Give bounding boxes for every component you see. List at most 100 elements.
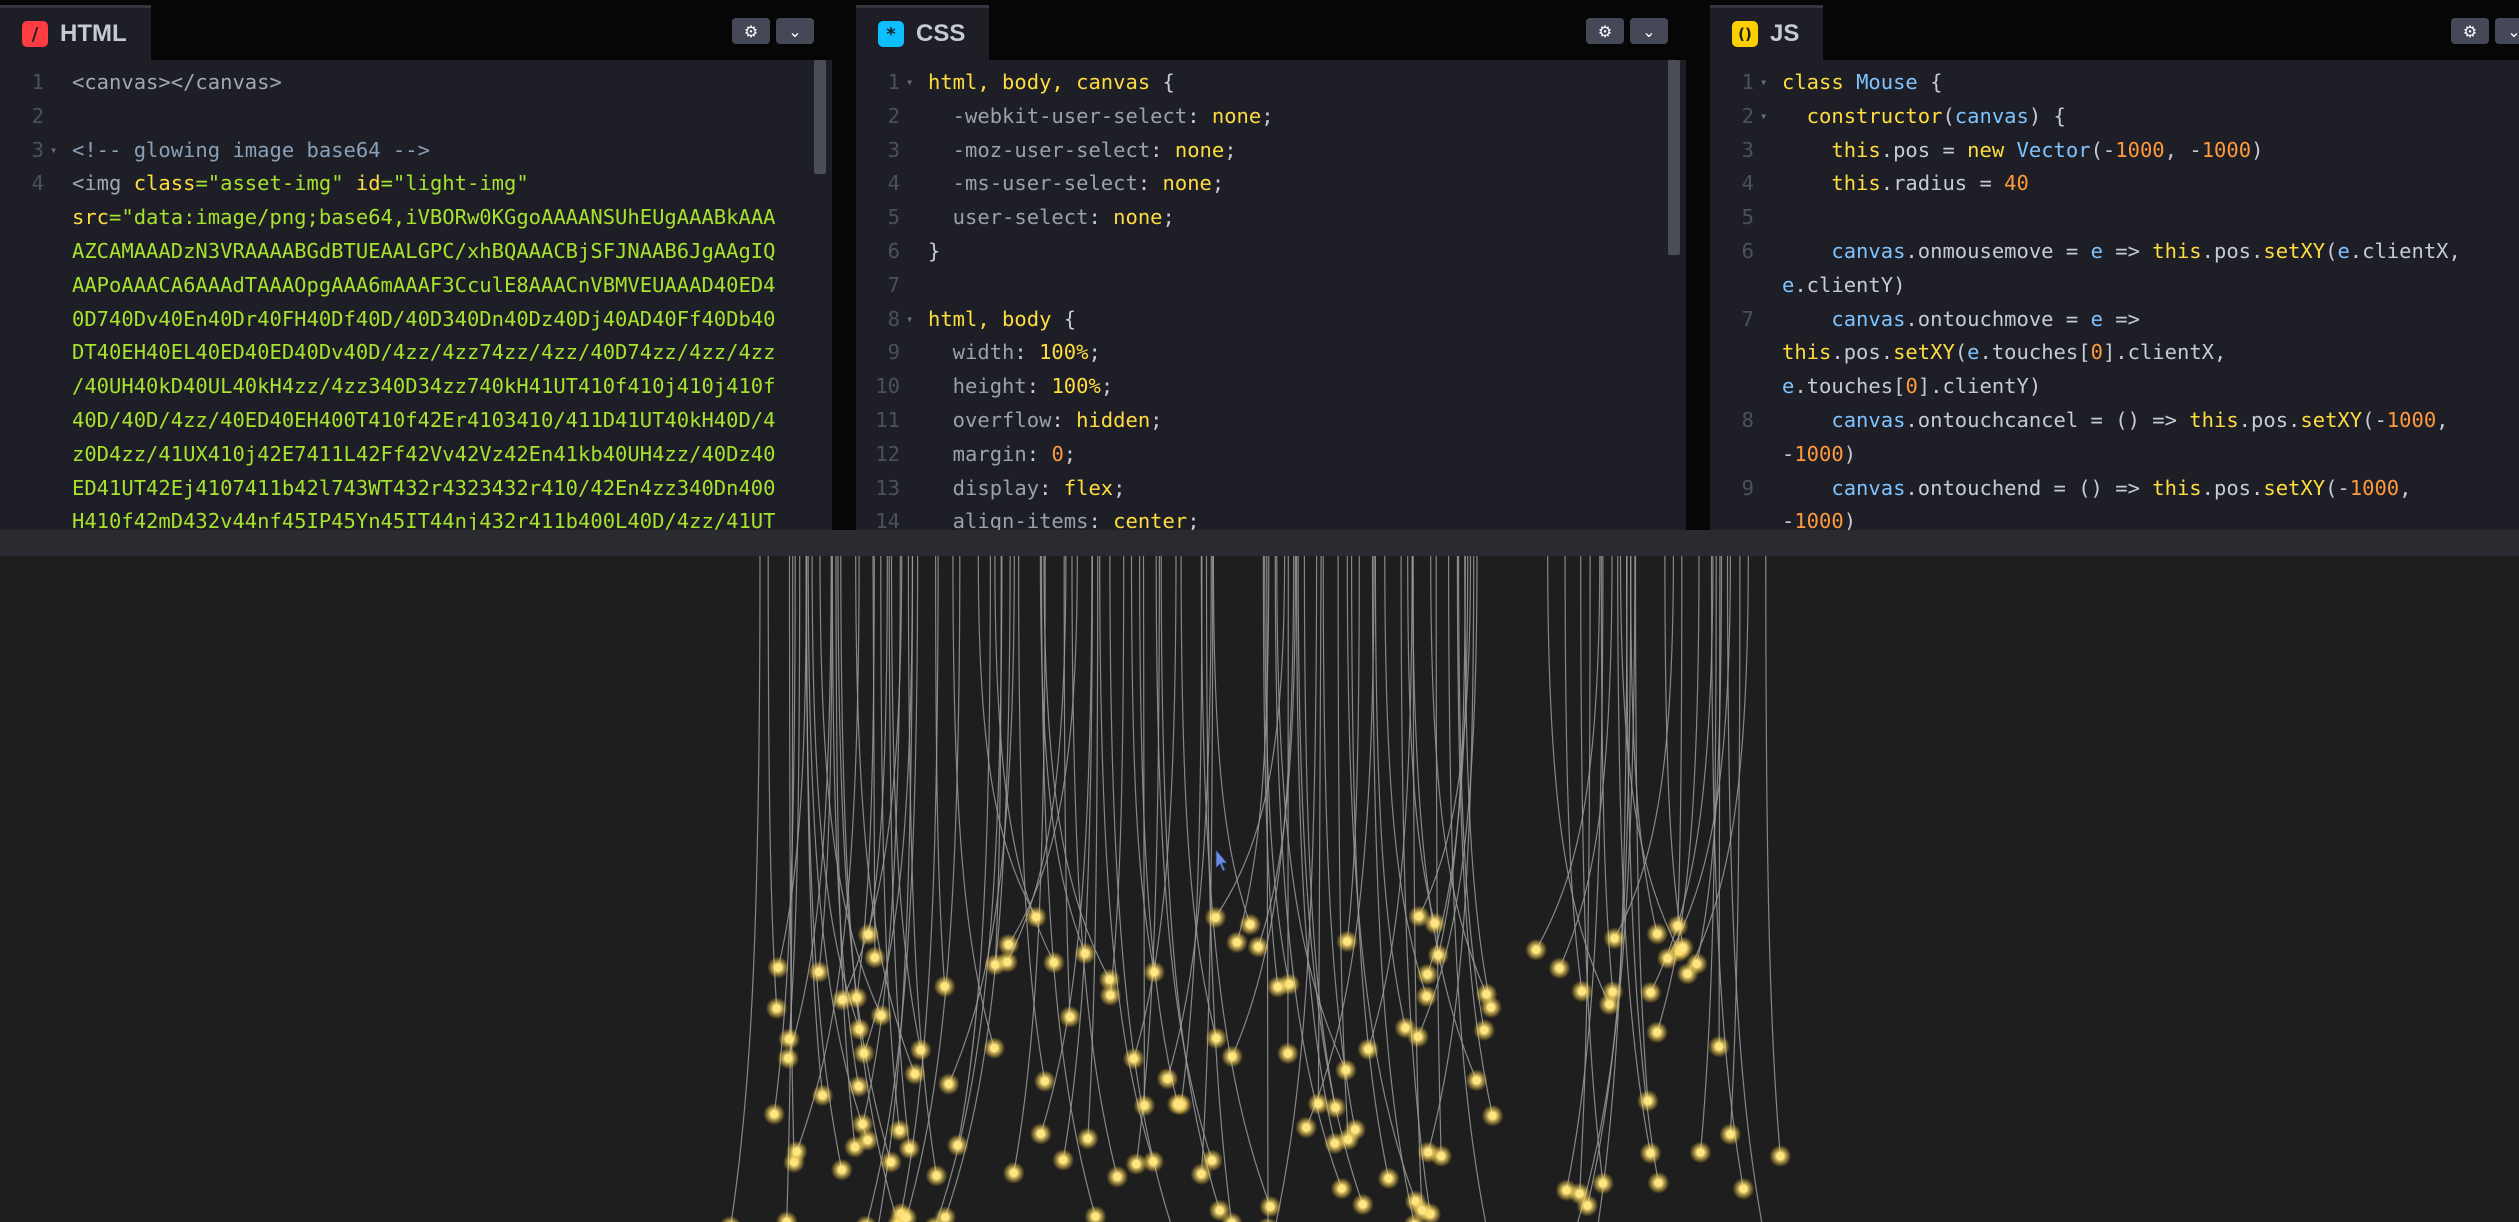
code-line[interactable]: 5 <box>1710 201 2519 235</box>
code-line[interactable]: ED41UT42Ej4107411b42l743WT432r4323432r41… <box>0 472 832 506</box>
css-scrollbar[interactable] <box>1668 60 1680 255</box>
code-line[interactable]: 6 canvas.onmousemove = e => this.pos.set… <box>1710 235 2519 269</box>
code-line[interactable]: e.touches[0].clientY) <box>1710 370 2519 404</box>
fold-arrow-icon[interactable]: ▾ <box>50 134 57 168</box>
bulb <box>1696 1148 1705 1157</box>
line-number: 1 <box>1741 70 1754 94</box>
line-number: 8 <box>887 306 900 331</box>
bulb <box>1472 1076 1481 1085</box>
code-line[interactable]: 3 this.pos = new Vector(-1000, -1000) <box>1710 134 2519 168</box>
bulb <box>1283 1049 1292 1058</box>
code-line[interactable]: src="data:image/png;base64,iVBORw0KGgoAA… <box>0 201 832 235</box>
fold-arrow-icon[interactable]: ▾ <box>906 66 913 100</box>
code-text: e.touches[0].clientY) <box>1782 374 2042 399</box>
code-line[interactable]: 3 ▾ <!-- glowing image base64 --> <box>0 134 832 168</box>
code-line[interactable]: 4 -ms-user-select: none; <box>856 167 1686 201</box>
fold-arrow-icon[interactable]: ▾ <box>906 303 913 337</box>
code-line[interactable]: 9 canvas.ontouchend = () => this.pos.set… <box>1710 472 2519 506</box>
html-panel-controls: ⚙ ⌄ <box>732 18 814 44</box>
code-line[interactable]: 8 ▾ html, body { <box>856 303 1686 337</box>
chevron-down-icon[interactable]: ⌄ <box>776 18 814 44</box>
code-line[interactable]: e.clientY) <box>1710 269 2519 303</box>
html-code-editor[interactable]: 1 <canvas></canvas> 2 3 ▾ <!-- glowing image … <box>0 60 832 530</box>
strand <box>730 556 761 1222</box>
code-line[interactable]: 4 this.radius = 40 <box>1710 167 2519 201</box>
fold-arrow-icon[interactable]: ▾ <box>1760 66 1767 100</box>
glowing-strands-canvas[interactable] <box>0 556 2519 1222</box>
bulb <box>1364 1045 1373 1054</box>
code-line[interactable]: 2 ▾ constructor(canvas) { <box>1710 100 2519 134</box>
code-line[interactable]: 13 display: flex; <box>856 472 1686 506</box>
code-line[interactable]: H410f42mD432v44nf45IP45Yn45IT44nj432r411… <box>0 505 832 530</box>
code-line[interactable]: /40UH40kD40UL40kH4zz/4zz340D34zz740kH41U… <box>0 370 832 404</box>
code-line[interactable]: 1 <canvas></canvas> <box>0 66 832 100</box>
chevron-down-icon[interactable]: ⌄ <box>2495 18 2519 44</box>
code-line[interactable]: 10 height: 100%; <box>856 370 1686 404</box>
code-line[interactable]: 11 overflow: hidden; <box>856 404 1686 438</box>
strand <box>1166 556 1212 1079</box>
fold-arrow-icon[interactable]: ▾ <box>1760 100 1767 134</box>
bulb <box>1091 1212 1100 1221</box>
bulb-glow <box>1259 1217 1277 1222</box>
code-line[interactable]: 40D/40D/4zz/40ED40EH400T410f42Er4103410/… <box>0 404 832 438</box>
code-line[interactable]: -1000) <box>1710 505 2519 530</box>
code-line[interactable]: -1000) <box>1710 438 2519 472</box>
code-line[interactable]: 6} <box>856 235 1686 269</box>
preview-resize-bar[interactable] <box>0 530 2519 556</box>
line-number: 11 <box>875 407 900 432</box>
bulb <box>1059 1156 1068 1164</box>
html-css-resizer[interactable] <box>832 0 856 530</box>
tab-css[interactable]: * CSS <box>856 5 990 60</box>
code-line[interactable]: 2 <box>0 100 832 134</box>
code-line[interactable]: 7 canvas.ontouchmove = e => <box>1710 303 2519 337</box>
bulb <box>1343 937 1352 946</box>
code-line[interactable]: 4 <img class="asset-img" id="light-img" <box>0 167 832 201</box>
gear-icon[interactable]: ⚙ <box>1586 18 1624 44</box>
code-text: height: 100%; <box>928 374 1114 399</box>
tab-html[interactable]: / HTML <box>0 5 151 60</box>
strand <box>1729 556 1741 1135</box>
code-line[interactable]: 8 canvas.ontouchcancel = () => this.pos.… <box>1710 404 2519 438</box>
code-line[interactable]: 2 -webkit-user-select: none; <box>856 100 1686 134</box>
js-code-editor[interactable]: 1 ▾ class Mouse {2 ▾ constructor(canvas) {3… <box>1710 60 2519 530</box>
code-line[interactable]: 0D740Dv40En40Dr40FH40Df40D/40D340Dn40Dz4… <box>0 303 832 337</box>
css-code-editor[interactable]: 1 ▾ html, body, canvas {2 -webkit-user-sel… <box>856 60 1686 530</box>
bulb <box>910 1069 919 1078</box>
html-scrollbar[interactable] <box>814 60 826 174</box>
strand <box>1384 556 1428 997</box>
strand <box>1040 556 1093 1134</box>
line-number: 4 <box>31 171 44 196</box>
code-text: -ms-user-select: none; <box>928 171 1225 196</box>
bulb <box>990 1044 999 1053</box>
code-text: <img class="asset-img" id="light-img" <box>72 171 529 196</box>
code-line[interactable]: DT40EH40EL40ED40ED40Dv40D/4zz/4zz74zz/4z… <box>0 336 832 370</box>
code-line[interactable]: AZCAMAAADzN3VRAAAABGdBTUEAALGPC/xhBQAAAC… <box>0 235 832 269</box>
bulb <box>1480 1026 1489 1035</box>
gear-icon[interactable]: ⚙ <box>2451 18 2489 44</box>
tab-js[interactable]: () JS <box>1710 5 1824 60</box>
code-line[interactable]: 7 <box>856 269 1686 303</box>
css-js-resizer[interactable] <box>1686 0 1710 530</box>
chevron-down-icon[interactable]: ⌄ <box>1630 18 1668 44</box>
code-text: canvas.ontouchmove = e => <box>1782 306 2140 331</box>
gear-icon[interactable]: ⚙ <box>732 18 770 44</box>
bulb <box>772 1004 781 1013</box>
code-line[interactable]: 9 width: 100%; <box>856 336 1686 370</box>
bulb <box>1066 1012 1074 1021</box>
code-line[interactable]: z0D4zz/41UX410j42E7411L42Ff42Vv42Vz42En4… <box>0 438 832 472</box>
code-text: AZCAMAAADzN3VRAAAABGdBTUEAALGPC/xhBQAAAC… <box>72 238 776 263</box>
code-line[interactable]: 12 margin: 0; <box>856 438 1686 472</box>
result-preview[interactable] <box>0 556 2519 1222</box>
code-line[interactable]: 3 -moz-user-select: none; <box>856 134 1686 168</box>
strand <box>767 556 778 1009</box>
code-line[interactable]: 5 user-select: none; <box>856 201 1686 235</box>
strand <box>1664 556 1684 948</box>
code-line[interactable]: AAPoAAACA6AAAdTAAAOpgAAA6mAAAF3CculE8AAA… <box>0 269 832 303</box>
code-line[interactable]: 14 align-items: center; <box>856 505 1686 530</box>
glowing-bulbs <box>720 905 1792 1222</box>
code-line[interactable]: 1 ▾ html, body, canvas { <box>856 66 1686 100</box>
code-line[interactable]: 1 ▾ class Mouse { <box>1710 66 2519 100</box>
code-line[interactable]: this.pos.setXY(e.touches[0].clientX, <box>1710 336 2519 370</box>
bulb <box>1331 1103 1340 1112</box>
code-text: <canvas></canvas> <box>72 70 282 94</box>
